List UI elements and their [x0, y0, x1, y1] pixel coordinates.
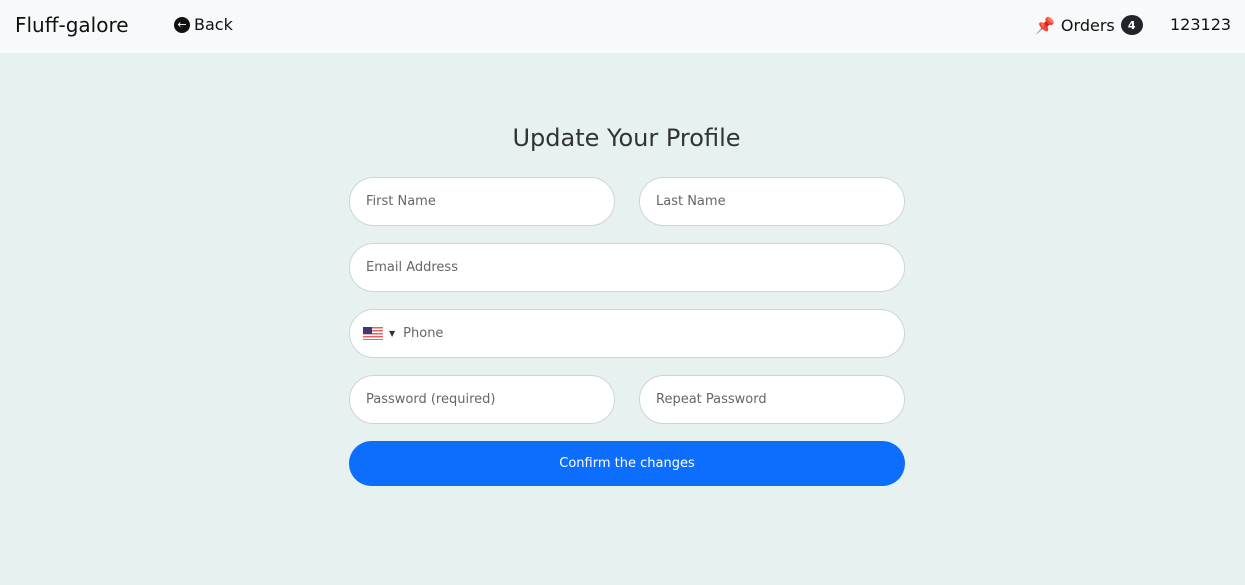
- last-name-input[interactable]: [639, 177, 905, 226]
- us-flag-icon[interactable]: [363, 327, 383, 340]
- repeat-password-input[interactable]: [639, 375, 905, 424]
- back-link[interactable]: ← Back: [174, 15, 233, 34]
- orders-label: Orders: [1060, 15, 1115, 35]
- page-title: Update Your Profile: [512, 124, 741, 152]
- orders-count-badge: 4: [1120, 15, 1143, 35]
- arrow-left-circle-icon: ←: [174, 16, 190, 33]
- phone-placeholder: Phone: [403, 326, 444, 341]
- navbar: Fluff-galore ← Back 📌 Orders 4 123123: [0, 0, 1245, 53]
- pin-icon: 📌: [1035, 15, 1055, 35]
- email-input[interactable]: [349, 243, 905, 292]
- back-label: Back: [194, 15, 233, 34]
- caret-down-icon[interactable]: ▼: [389, 329, 395, 338]
- confirm-button[interactable]: Confirm the changes: [349, 441, 905, 486]
- brand-logo[interactable]: Fluff-galore: [15, 13, 129, 37]
- phone-input[interactable]: ▼ Phone: [349, 309, 905, 358]
- password-input[interactable]: [349, 375, 615, 424]
- orders-link[interactable]: 📌 Orders 4: [1035, 15, 1143, 35]
- user-name[interactable]: 123123: [1170, 15, 1231, 34]
- first-name-input[interactable]: [349, 177, 615, 226]
